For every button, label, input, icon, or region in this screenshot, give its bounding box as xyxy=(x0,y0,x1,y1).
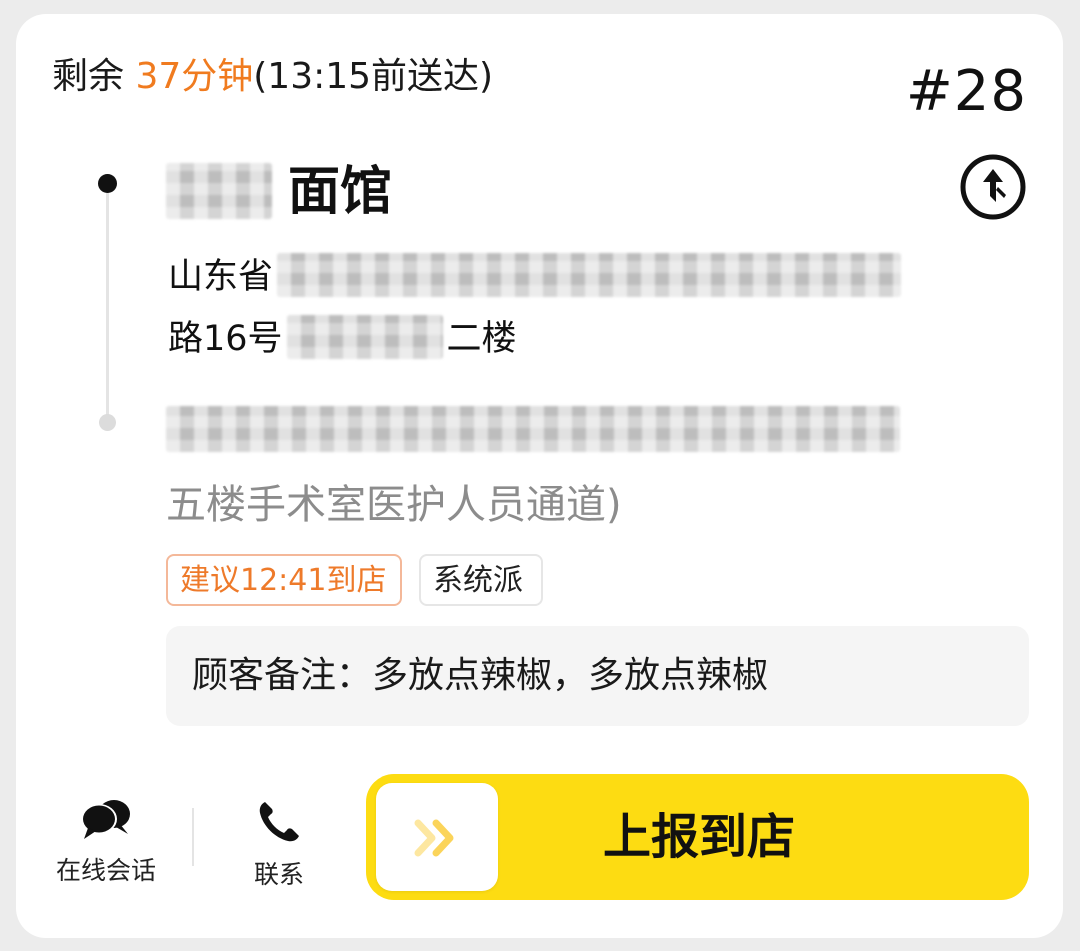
address-floor: 二楼 xyxy=(446,319,517,359)
suggest-arrival-tag: 建议12:41到店 xyxy=(166,554,402,606)
customer-note-text: 顾客备注：多放点辣椒，多放点辣椒 xyxy=(192,655,769,696)
report-arrival-label: 上报到店 xyxy=(603,809,796,865)
address-province: 山东省 xyxy=(168,257,274,297)
pickup-address-line1: 山东省 xyxy=(168,253,902,300)
destination-detail: 五楼手术室医护人员通道) xyxy=(166,482,622,528)
phone-icon xyxy=(259,802,299,842)
order-card: 剩余 37分钟(13:15前送达) #28 面馆 山东省 路16号 二楼 五楼手术… xyxy=(16,14,1063,938)
double-chevron-right-icon xyxy=(414,819,454,857)
actions-divider xyxy=(192,808,194,866)
order-number: #28 xyxy=(905,59,1027,124)
redacted-address-1 xyxy=(277,253,902,297)
shop-name: 面馆 xyxy=(166,162,392,223)
shop-name-text: 面馆 xyxy=(288,162,393,222)
route-timeline xyxy=(106,184,109,416)
deliver-before-time: (13:15前送达) xyxy=(253,56,494,97)
pickup-address-line2: 路16号 二楼 xyxy=(168,315,517,362)
remaining-time: 剩余 37分钟(13:15前送达) xyxy=(52,54,493,100)
redacted-shop-prefix xyxy=(166,163,272,219)
redacted-destination xyxy=(166,406,900,452)
slide-handle[interactable] xyxy=(376,783,498,891)
pickup-dot xyxy=(98,174,117,193)
report-arrival-button[interactable]: 上报到店 xyxy=(366,774,1029,900)
contact-button[interactable]: 联系 xyxy=(236,798,322,890)
address-road-number: 路16号 xyxy=(168,319,283,359)
redacted-address-2 xyxy=(286,315,443,359)
customer-note: 顾客备注：多放点辣椒，多放点辣椒 xyxy=(166,626,1029,726)
online-chat-label: 在线会话 xyxy=(55,856,156,885)
dropoff-dot xyxy=(99,414,116,431)
online-chat-button[interactable]: 在线会话 xyxy=(46,798,166,886)
dispatch-type-tag: 系统派 xyxy=(419,554,543,606)
chat-bubbles-icon xyxy=(81,800,130,839)
remaining-minutes: 37分钟 xyxy=(135,56,254,97)
contact-label: 联系 xyxy=(253,860,304,889)
navigate-icon[interactable] xyxy=(960,154,1026,220)
remaining-prefix: 剩余 xyxy=(52,56,136,97)
